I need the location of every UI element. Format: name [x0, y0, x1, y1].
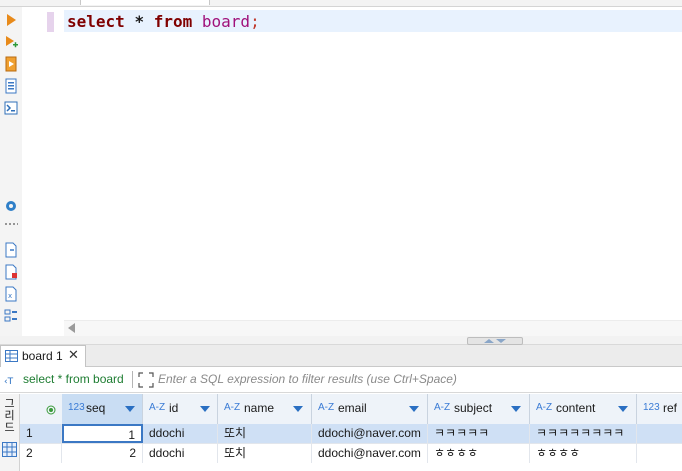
column-name: name	[244, 401, 275, 415]
execute-script-icon[interactable]	[3, 56, 19, 72]
export-script-icon[interactable]	[3, 242, 19, 258]
cell-name[interactable]: 또치	[218, 444, 312, 463]
row-number[interactable]: 1	[20, 424, 62, 443]
filter-separator	[132, 371, 133, 388]
row-select-all-icon[interactable]	[46, 404, 56, 418]
cell-ref[interactable]	[637, 444, 682, 463]
cell-name[interactable]: 또치	[218, 424, 312, 443]
column-header-subject[interactable]: A-Z subject	[428, 394, 530, 424]
sort-dropdown-icon[interactable]	[618, 406, 628, 412]
table-row[interactable]: 1 1 ddochi 또치 ddochi@naver.com ㅋㅋㅋㅋㅋ ㅋㅋㅋ…	[20, 424, 682, 443]
sort-dropdown-icon[interactable]	[409, 406, 419, 412]
cell-subject[interactable]: ㅎㅎㅎㅎ	[428, 444, 530, 463]
column-type-icon: A-Z	[224, 402, 241, 413]
more-dots-icon[interactable]	[3, 220, 19, 228]
execute-statement-icon[interactable]	[3, 12, 19, 28]
column-type-icon: 123	[643, 402, 660, 413]
expand-filter-icon[interactable]	[138, 372, 154, 391]
sort-dropdown-icon[interactable]	[125, 406, 135, 412]
explain-plan-icon[interactable]	[3, 78, 19, 94]
cell-email[interactable]: ddochi@naver.com	[312, 444, 428, 463]
column-header-email[interactable]: A-Z email	[312, 394, 428, 424]
column-type-icon: A-Z	[536, 402, 553, 413]
cell-seq[interactable]: 1	[62, 424, 143, 443]
column-name: email	[338, 401, 367, 415]
left-toolbar: x	[0, 7, 22, 342]
sort-dropdown-icon[interactable]	[293, 406, 303, 412]
results-tab-label[interactable]: board 1	[22, 349, 63, 363]
column-header-ref[interactable]: 123 ref	[637, 394, 682, 424]
filter-input[interactable]: Enter a SQL expression to filter results…	[158, 372, 457, 386]
statement-terminator: ;	[250, 12, 260, 31]
panel-splitter[interactable]	[0, 336, 682, 345]
column-name: ref	[663, 401, 678, 415]
column-type-icon: A-Z	[318, 402, 335, 413]
sort-dropdown-icon[interactable]	[511, 406, 521, 412]
filter-history-icon[interactable]: ‹T	[4, 373, 20, 390]
svg-text:‹T: ‹T	[4, 377, 14, 387]
grid-view-icon[interactable]	[2, 442, 17, 460]
results-side-strip: 그리드	[0, 394, 20, 471]
column-type-icon: A-Z	[434, 402, 451, 413]
keyword-select: select	[67, 12, 125, 31]
save-script-icon[interactable]	[3, 264, 19, 280]
grid-view-label[interactable]: 그리드	[2, 398, 17, 434]
sql-editor[interactable]	[36, 7, 682, 320]
column-header-id[interactable]: A-Z id	[143, 394, 218, 424]
execute-in-new-tab-icon[interactable]	[3, 34, 19, 50]
results-tab-close-icon[interactable]: ✕	[68, 347, 79, 363]
outline-panel-icon[interactable]	[3, 308, 19, 324]
cell-content[interactable]: ㅋㅋㅋㅋㅋㅋㅋㅋ	[530, 424, 637, 443]
variables-icon[interactable]: x	[3, 286, 19, 302]
column-name: seq	[86, 401, 106, 415]
cell-content[interactable]: ㅎㅎㅎㅎ	[530, 444, 637, 463]
results-tab-bar	[0, 345, 682, 367]
line-marker	[47, 12, 54, 32]
filter-query-text[interactable]: select * from board	[23, 372, 124, 386]
column-name: id	[169, 401, 179, 415]
active-editor-tab[interactable]	[80, 0, 210, 5]
cell-ref[interactable]	[637, 424, 682, 443]
scroll-left-arrow-icon[interactable]	[68, 323, 75, 333]
table-grid-icon	[5, 350, 18, 365]
editor-horizontal-scrollbar[interactable]	[64, 320, 682, 337]
cell-id[interactable]: ddochi	[143, 424, 218, 443]
column-name: subject	[454, 401, 493, 415]
cell-email[interactable]: ddochi@naver.com	[312, 424, 428, 443]
splitter-handle[interactable]	[467, 337, 523, 345]
table-name: board	[201, 12, 251, 31]
column-header-content[interactable]: A-Z content	[530, 394, 637, 424]
column-name: content	[556, 401, 596, 415]
cell-subject[interactable]: ㅋㅋㅋㅋㅋ	[428, 424, 530, 443]
sort-dropdown-icon[interactable]	[200, 406, 210, 412]
terminal-icon[interactable]	[3, 100, 19, 116]
column-type-icon: A-Z	[149, 402, 166, 413]
row-number[interactable]: 2	[20, 444, 62, 463]
column-header-name[interactable]: A-Z name	[218, 394, 312, 424]
cell-id[interactable]: ddochi	[143, 444, 218, 463]
cell-seq[interactable]: 2	[62, 444, 143, 463]
column-header-seq[interactable]: 123 seq	[62, 394, 143, 424]
svg-text:x: x	[8, 292, 12, 300]
table-row[interactable]: 2 2 ddochi 또치 ddochi@naver.com ㅎㅎㅎㅎ ㅎㅎㅎㅎ	[20, 443, 682, 463]
column-type-icon: 123	[68, 402, 85, 413]
sql-code-line[interactable]: select * from board;	[67, 11, 260, 33]
select-star: *	[134, 12, 145, 31]
keyword-from: from	[153, 12, 193, 31]
settings-gear-icon[interactable]	[3, 198, 19, 214]
